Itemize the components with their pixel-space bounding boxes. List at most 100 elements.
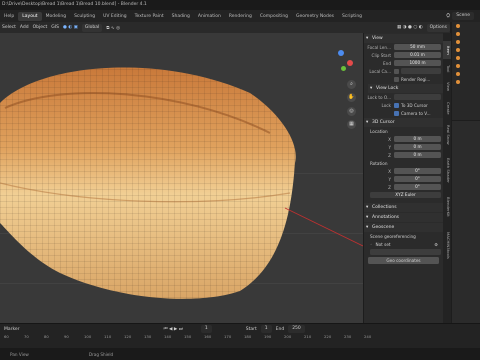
zoom-icon[interactable]: ⌕ [347,80,356,89]
annotations-header[interactable]: Annotations [364,213,443,222]
tab-animation[interactable]: Animation [194,12,225,21]
tab-real-snow[interactable]: Real Snow [443,121,451,149]
cursor-y-label: Y [388,144,391,150]
outliner-row[interactable] [452,70,480,78]
tick: 240 [364,334,372,339]
rotation-label: Rotation [370,160,388,166]
tick: 140 [164,334,172,339]
tick: 70 [24,334,29,339]
object-icon [456,80,460,84]
cursor-z-label: Z [388,152,391,158]
local-camera-field[interactable] [401,67,441,75]
properties-editor[interactable] [451,120,480,323]
rot-z-field[interactable]: 0° [394,183,441,191]
start-frame-field[interactable]: 1 [260,325,272,333]
cursor-y-field[interactable]: 0 m [394,143,441,151]
shading-icons[interactable]: ▦ ◑ ● ○ ◐ [397,25,423,30]
timeline-ruler[interactable]: 60 70 80 90 100 110 120 130 140 150 160 … [0,334,480,342]
window-title: D:\Drive\Desktop\Bread 1\Bread 1\Bread 1… [0,0,480,10]
outliner-row[interactable] [452,38,480,46]
tab-create[interactable]: Create [443,97,451,119]
object-icon [456,48,460,52]
tab-rendering[interactable]: Rendering [225,12,256,21]
local-camera-checkbox[interactable] [394,68,399,74]
geo-settings-icon[interactable]: ⚙ [434,242,441,247]
sidebar-tabs: Item Tool View Create Real Snow Earth Sh… [443,33,451,323]
tick: 200 [284,334,292,339]
outliner-row[interactable] [452,62,480,70]
cursor-x-field[interactable]: 0 m [394,135,441,143]
clip-start-field[interactable]: 0.01 m [394,51,441,59]
status-bar: Pan View Drag Shield [0,348,480,360]
outliner[interactable] [451,22,480,120]
menu-help[interactable]: Help [0,12,18,21]
tab-tool[interactable]: Tool [443,61,451,77]
tab-layout[interactable]: Layout [18,11,42,21]
tab-item[interactable]: Item [443,41,451,59]
camera-to-view-checkbox[interactable] [394,110,399,116]
tab-geometry-nodes[interactable]: Geometry Nodes [292,12,338,21]
tab-sculpting[interactable]: Sculpting [70,12,99,21]
tab-modeling[interactable]: Modeling [42,12,70,21]
rotation-mode-dropdown[interactable]: XYZ Euler [370,191,441,199]
view-section-header[interactable]: View [364,34,443,43]
outliner-row[interactable] [452,78,480,86]
header-gis[interactable]: GIS [51,25,59,30]
cursor-z-field[interactable]: 0 m [394,151,441,159]
focal-length-field[interactable]: 50 mm [394,43,441,51]
snap-icon[interactable]: ⧉ ∿ ◎ [106,25,120,31]
orientation-dropdown[interactable]: Global [81,23,103,32]
lock-to-object-label: Lock to O... [367,94,391,100]
rot-z-label: Z [388,184,391,190]
scene-field[interactable]: Scene [452,12,474,20]
timeline-marker-menu[interactable]: Marker [4,327,20,332]
end-frame-field[interactable]: 250 [288,325,305,333]
transform-icons[interactable]: ● ◐ ▣ [63,25,78,30]
object-icon [456,56,460,60]
tab-view[interactable]: View [443,79,451,95]
outliner-row[interactable] [452,30,480,38]
rot-x-field[interactable]: 0° [394,167,441,175]
outliner-row[interactable] [452,54,480,62]
tab-uv-editing[interactable]: UV Editing [99,12,130,21]
object-icon [456,64,460,68]
playback-controls[interactable]: ⏮ ◀ ▶ ⏭ [164,326,183,332]
header-add[interactable]: Add [20,25,29,30]
geo-not-set: Not set [375,241,391,247]
3d-viewport[interactable]: ⌕ ✋ ◎ ▦ [0,33,363,323]
outliner-row[interactable] [452,22,480,30]
tab-shading[interactable]: Shading [168,12,194,21]
scene-selector[interactable]: ⛭ Scene [446,12,480,20]
geo-coordinates-button[interactable]: Geo coordinates [368,257,439,264]
render-region-checkbox[interactable] [394,76,399,82]
tab-machin3tools[interactable]: MACHIN3tools [443,225,451,265]
geoscene-header[interactable]: Geoscene [364,223,443,232]
bread-model[interactable] [0,33,363,323]
tab-scripting[interactable]: Scripting [338,12,366,21]
collections-header[interactable]: Collections [364,203,443,212]
to-3d-cursor-checkbox[interactable] [394,102,399,108]
tab-blenderkit[interactable]: BlenderKit [443,191,451,223]
perspective-grid-icon[interactable]: ▦ [347,120,356,129]
view-lock-header[interactable]: View Lock [368,84,443,93]
camera-view-icon[interactable]: ◎ [347,107,356,116]
header-select[interactable]: Select [2,25,16,30]
tick: 180 [244,334,252,339]
tab-texture-paint[interactable]: Texture Paint [131,12,168,21]
3d-cursor-header[interactable]: 3D Cursor [364,118,443,127]
object-icon [456,24,460,28]
tab-earth-shader[interactable]: Earth Shader [443,151,451,189]
navigation-gizmo[interactable] [325,48,355,78]
rot-y-field[interactable]: 0° [394,175,441,183]
lock-to-object-field[interactable] [394,93,441,101]
clip-end-field[interactable]: 1000 m [394,59,441,67]
scene-icon: ⛭ [446,13,451,19]
pan-hand-icon[interactable]: ✋ [347,93,356,102]
header-object[interactable]: Object [33,25,48,30]
object-icon [456,40,460,44]
geo-field[interactable] [370,248,441,256]
tab-compositing[interactable]: Compositing [256,12,292,21]
outliner-row[interactable] [452,46,480,54]
options-dropdown[interactable]: Options [426,23,450,32]
current-frame-field[interactable]: 1 [200,325,212,333]
